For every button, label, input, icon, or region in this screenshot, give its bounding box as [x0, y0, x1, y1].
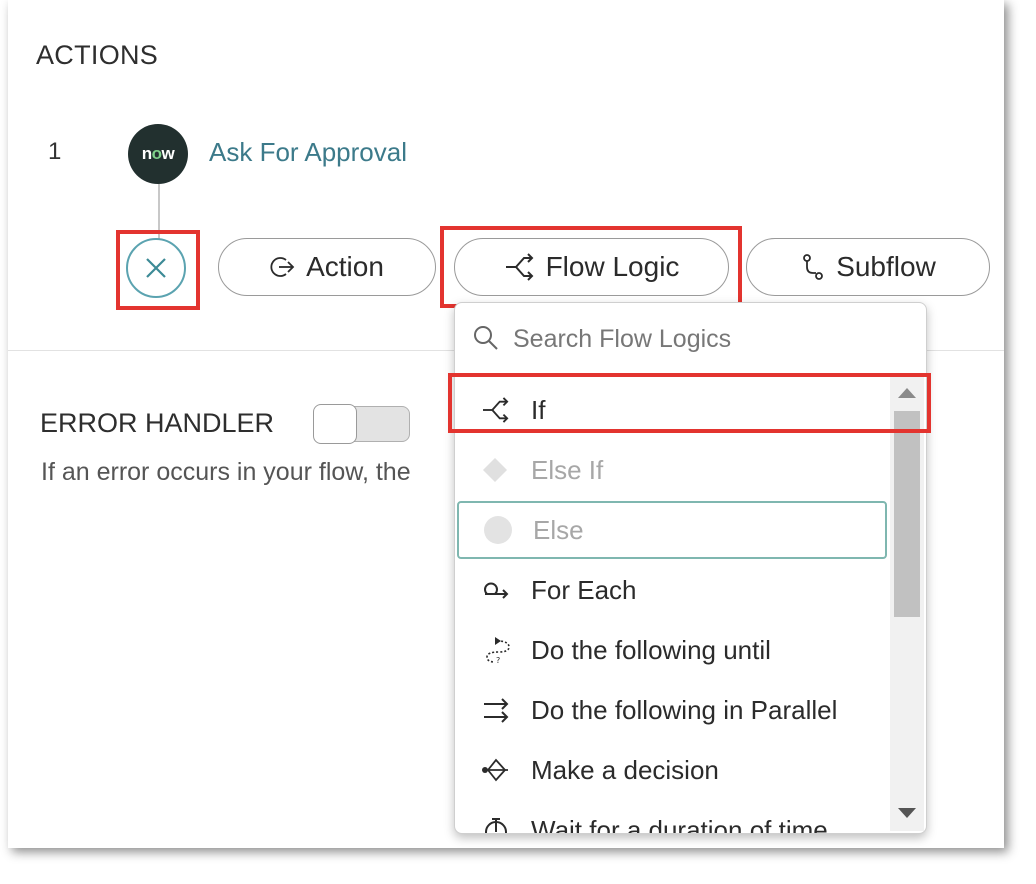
- subflow-button[interactable]: Subflow: [746, 238, 990, 296]
- search-icon: [474, 326, 498, 350]
- menu-item-else[interactable]: Else: [457, 501, 887, 559]
- toggle-knob: [313, 404, 357, 444]
- menu-item-label: Do the following until: [531, 634, 771, 665]
- error-handler-description: If an error occurs in your flow, the: [41, 458, 411, 486]
- scroll-down-icon[interactable]: [897, 807, 917, 819]
- decision-icon: [482, 758, 508, 782]
- parallel-arrows-icon: [484, 698, 509, 723]
- svg-text:?: ?: [496, 656, 500, 665]
- action-button-label: Action: [306, 251, 384, 282]
- menu-item-label: Else If: [531, 454, 604, 485]
- flow-designer-panel: ACTIONS 1 now Ask For Approval Action Fl…: [8, 0, 1004, 848]
- close-icon: [146, 258, 166, 278]
- subflow-icon: [803, 254, 824, 280]
- circle-icon: [484, 516, 512, 544]
- search-input[interactable]: [511, 319, 895, 359]
- actions-section-title: ACTIONS: [36, 40, 159, 70]
- diamond-icon: [483, 458, 507, 482]
- if-item-highlight: [448, 373, 931, 433]
- dropdown-scrollbar[interactable]: [890, 375, 924, 831]
- timer-icon: [485, 818, 507, 833]
- step-number: 1: [48, 138, 62, 165]
- search-row: [455, 303, 926, 374]
- add-action-button[interactable]: Action: [218, 238, 436, 296]
- flow-logic-button[interactable]: Flow Logic: [454, 238, 729, 296]
- menu-item-wait[interactable]: Wait for a duration of time: [455, 801, 887, 834]
- action-icon: [270, 257, 295, 277]
- menu-item-do-until[interactable]: ? Do the following until: [455, 621, 887, 679]
- servicenow-logo: now: [128, 124, 188, 184]
- menu-item-label: Else: [533, 514, 584, 545]
- error-handler-title: ERROR HANDLER: [40, 408, 275, 438]
- error-handler-toggle[interactable]: [313, 404, 410, 444]
- scroll-thumb[interactable]: [894, 411, 920, 617]
- menu-item-label: Wait for a duration of time: [531, 814, 828, 834]
- loop-icon: [484, 582, 509, 599]
- loop-until-icon: ?: [486, 637, 510, 665]
- close-button[interactable]: [126, 238, 186, 298]
- subflow-button-label: Subflow: [836, 251, 936, 282]
- menu-item-label: For Each: [531, 574, 637, 605]
- menu-item-label: Make a decision: [531, 754, 719, 785]
- menu-item-parallel[interactable]: Do the following in Parallel: [455, 681, 887, 739]
- menu-item-label: Do the following in Parallel: [531, 694, 838, 725]
- flow-logic-button-label: Flow Logic: [545, 251, 680, 282]
- menu-item-decision[interactable]: Make a decision: [455, 741, 887, 799]
- step-action-link[interactable]: Ask For Approval: [209, 137, 407, 168]
- logo-text: now: [141, 144, 175, 163]
- flow-logic-icon: [505, 253, 533, 281]
- menu-item-else-if[interactable]: Else If: [455, 441, 887, 499]
- menu-item-for-each[interactable]: For Each: [455, 561, 887, 619]
